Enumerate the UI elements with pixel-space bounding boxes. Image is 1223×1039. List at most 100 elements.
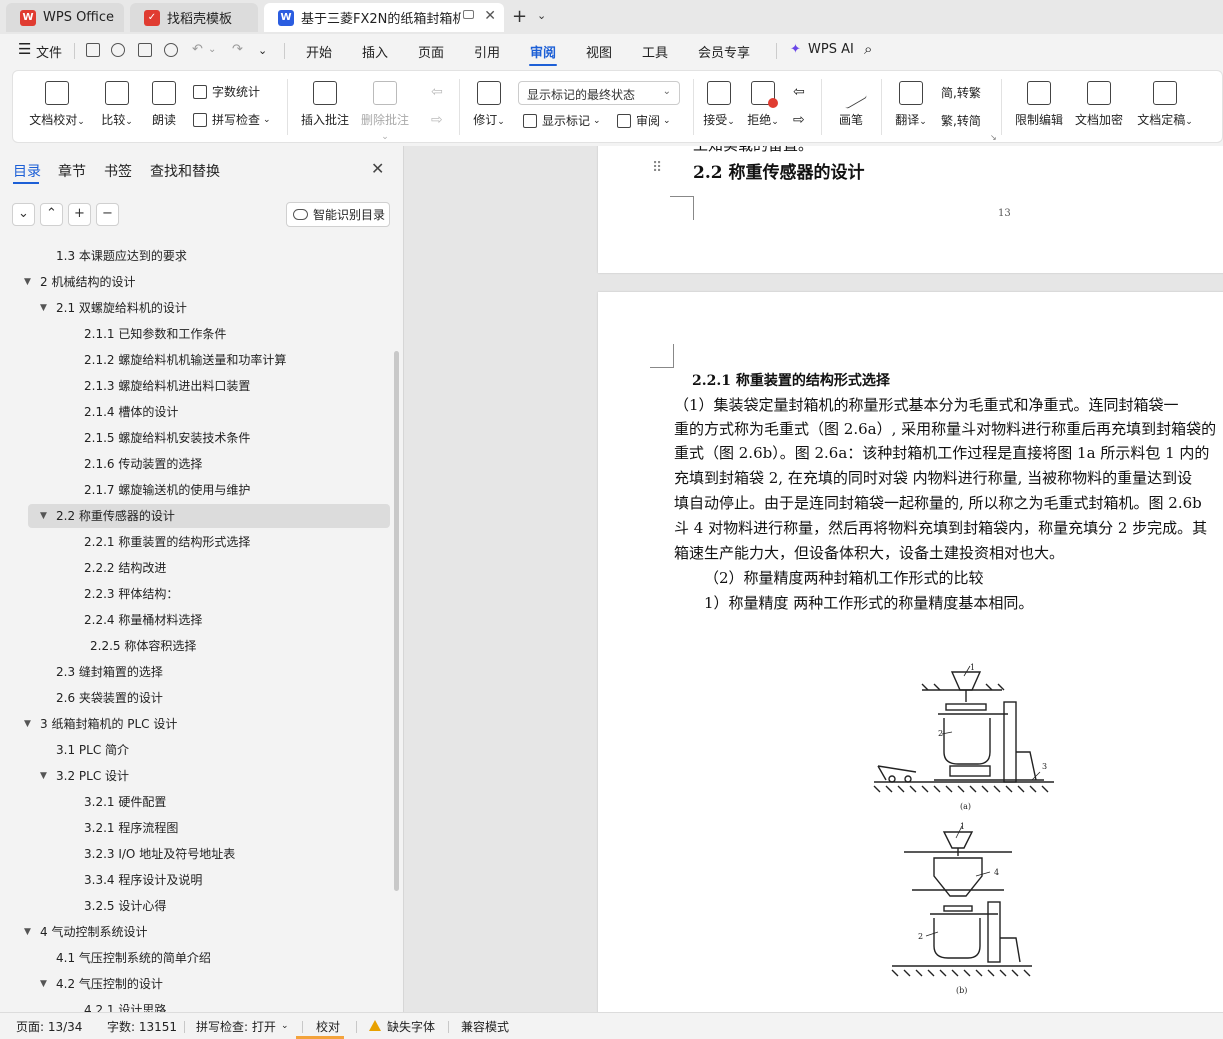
accept-button[interactable]: 接受⌄: [701, 81, 737, 128]
chevron-down-icon[interactable]: ⌄: [537, 9, 546, 22]
toc-item[interactable]: 3.2.3 I/O 地址及符号地址表: [28, 842, 390, 866]
save-icon[interactable]: [86, 43, 100, 57]
undo-icon[interactable]: ↶: [192, 42, 203, 57]
to-simplified-button[interactable]: 繁,转简: [941, 112, 981, 129]
missing-font-status[interactable]: 缺失字体: [387, 1018, 435, 1035]
toc-item[interactable]: ▼ 3 纸箱封箱机的 PLC 设计: [24, 712, 390, 736]
menu-tools[interactable]: 工具: [642, 42, 668, 61]
toc-item[interactable]: ▼ 4 气动控制系统设计: [24, 920, 390, 944]
toc-item[interactable]: 3.2.1 程序流程图: [28, 816, 390, 840]
toc-item[interactable]: ▼ 2.2 称重传感器的设计: [28, 504, 390, 528]
next-comment-icon[interactable]: ⇨: [431, 112, 443, 128]
markup-mode-select[interactable]: 显示标记的最终状态 ⌄: [518, 81, 680, 105]
previous-comment-icon[interactable]: ⇦: [431, 84, 443, 100]
expand-toggle-icon[interactable]: ▼: [24, 712, 31, 736]
toc-item[interactable]: 3.3.4 程序设计及说明: [28, 868, 390, 892]
toc-item[interactable]: 2.6 夹袋装置的设计: [28, 686, 390, 710]
to-traditional-button[interactable]: 简,转繁: [941, 84, 981, 101]
print-preview-icon[interactable]: [164, 43, 178, 57]
chevron-down-icon[interactable]: ⌄: [281, 1021, 289, 1031]
search-icon[interactable]: ⌕: [864, 40, 872, 58]
read-aloud-button[interactable]: 朗读: [149, 81, 179, 128]
undo-dropdown-icon[interactable]: ⌄: [208, 44, 216, 55]
menu-view[interactable]: 视图: [586, 42, 612, 61]
nav-tab-find-replace[interactable]: 查找和替换: [150, 161, 220, 181]
expand-toggle-icon[interactable]: ▼: [24, 270, 31, 294]
tab-wps-office[interactable]: W WPS Office: [6, 3, 124, 32]
toc-item[interactable]: 2.2.1 称重装置的结构形式选择: [28, 530, 390, 554]
finalize-document-button[interactable]: 文档定稿⌄: [1133, 81, 1197, 128]
nav-tab-toc[interactable]: 目录: [13, 161, 41, 181]
nav-tab-bookmarks[interactable]: 书签: [104, 161, 132, 181]
expand-toggle-icon[interactable]: ▼: [40, 296, 47, 320]
toc-item[interactable]: 2.1.6 传动装置的选择: [28, 452, 390, 476]
menu-insert[interactable]: 插入: [362, 42, 388, 61]
toc-item[interactable]: 2.2.2 结构改进: [28, 556, 390, 580]
menu-review[interactable]: 审阅: [530, 42, 556, 61]
toc-item[interactable]: 2.1.5 螺旋给料机安装技术条件: [28, 426, 390, 450]
toc-item[interactable]: 2.1.4 槽体的设计: [28, 400, 390, 424]
toc-item[interactable]: 3.1 PLC 简介: [28, 738, 390, 762]
previous-change-icon[interactable]: ⇦: [793, 84, 805, 100]
reject-button[interactable]: 拒绝⌄: [745, 81, 781, 128]
toc-item[interactable]: 1.3 本课题应达到的要求: [28, 244, 390, 268]
expand-toggle-icon[interactable]: ▼: [40, 764, 47, 788]
show-markup-button[interactable]: 显示标记 ⌄: [523, 112, 601, 129]
translate-button[interactable]: 翻译⌄: [891, 81, 931, 128]
window-preview-icon[interactable]: [463, 10, 474, 19]
menu-home[interactable]: 开始: [306, 42, 332, 61]
toc-item[interactable]: 2.1.1 已知参数和工作条件: [28, 322, 390, 346]
proofread-status[interactable]: 校对: [316, 1018, 340, 1035]
next-change-icon[interactable]: ⇨: [793, 112, 805, 128]
proofread-button[interactable]: 文档校对⌄: [29, 81, 85, 128]
pen-button[interactable]: 画笔: [833, 76, 869, 128]
redo-icon[interactable]: ↷: [232, 42, 243, 57]
collapse-all-icon[interactable]: ⌃: [40, 203, 63, 226]
dialog-launcher-icon[interactable]: ↘: [990, 133, 997, 142]
add-heading-icon[interactable]: +: [68, 203, 91, 226]
toc-item[interactable]: 2.1.3 螺旋给料机进出料口装置: [28, 374, 390, 398]
toc-item[interactable]: ▼ 3.2 PLC 设计: [28, 764, 390, 788]
menu-references[interactable]: 引用: [474, 42, 500, 61]
toc-item[interactable]: 2.2.5 称体容积选择: [28, 634, 390, 658]
insert-comment-button[interactable]: 插入批注: [299, 81, 351, 128]
drag-handle-icon[interactable]: ⠿: [652, 160, 662, 176]
toc-item[interactable]: ▼ 4.2 气压控制的设计: [28, 972, 390, 996]
toc-item[interactable]: 4.2.1 设计思路: [28, 998, 390, 1012]
quick-access-more-icon[interactable]: ⌄: [258, 44, 267, 57]
toc-item[interactable]: 2.2.4 称量桶材料选择: [28, 608, 390, 632]
compare-button[interactable]: 比较⌄: [97, 81, 137, 128]
smart-toc-button[interactable]: 智能识别目录: [286, 202, 390, 227]
menu-file[interactable]: 文件: [36, 42, 62, 61]
word-count-button[interactable]: 字数统计: [193, 83, 260, 100]
expand-toggle-icon[interactable]: ▼: [40, 504, 47, 528]
delete-comment-button[interactable]: 删除批注⌄: [359, 81, 411, 142]
toc-item[interactable]: 4.1 气压控制系统的简单介绍: [28, 946, 390, 970]
tab-current-document[interactable]: W 基于三菱FX2N的纸箱封箱机设 ✕: [264, 3, 504, 32]
toc-item[interactable]: ▼ 2 机械结构的设计: [24, 270, 390, 294]
document-canvas[interactable]: 工知实载的留置。 ⠿ 2.2 称重传感器的设计 13 2.2.1 称重装置的结构…: [404, 146, 1223, 1012]
menu-member[interactable]: 会员专享: [698, 42, 750, 61]
word-count-indicator[interactable]: 字数: 13151: [107, 1018, 177, 1035]
toc-item[interactable]: ▼ 2.1 双螺旋给料机的设计: [28, 296, 390, 320]
toc-item[interactable]: 2.3 缝封箱置的选择: [28, 660, 390, 684]
encrypt-document-button[interactable]: 文档加密: [1073, 81, 1125, 128]
toc-item[interactable]: 2.1.7 螺旋输送机的使用与维护: [28, 478, 390, 502]
expand-all-icon[interactable]: ⌄: [12, 203, 35, 226]
expand-toggle-icon[interactable]: ▼: [40, 972, 47, 996]
share-icon[interactable]: [111, 43, 125, 57]
print-icon[interactable]: [138, 43, 152, 57]
page-indicator[interactable]: 页面: 13/34: [16, 1018, 82, 1035]
spell-check-button[interactable]: 拼写检查 ⌄: [193, 111, 271, 128]
track-changes-button[interactable]: 修订⌄: [469, 81, 509, 128]
expand-toggle-icon[interactable]: ▼: [24, 920, 31, 944]
nav-tab-sections[interactable]: 章节: [58, 161, 86, 181]
close-tab-icon[interactable]: ✕: [484, 8, 496, 24]
spell-check-status[interactable]: 拼写检查: 打开: [196, 1018, 276, 1035]
toc-item[interactable]: 3.2.1 硬件配置: [28, 790, 390, 814]
compatibility-mode-status[interactable]: 兼容模式: [461, 1018, 509, 1035]
tab-docer-templates[interactable]: ✓ 找稻壳模板: [130, 3, 258, 32]
menu-wps-ai[interactable]: WPS AI: [808, 42, 854, 57]
close-panel-icon[interactable]: ✕: [371, 159, 384, 178]
hamburger-icon[interactable]: ☰: [18, 40, 31, 58]
